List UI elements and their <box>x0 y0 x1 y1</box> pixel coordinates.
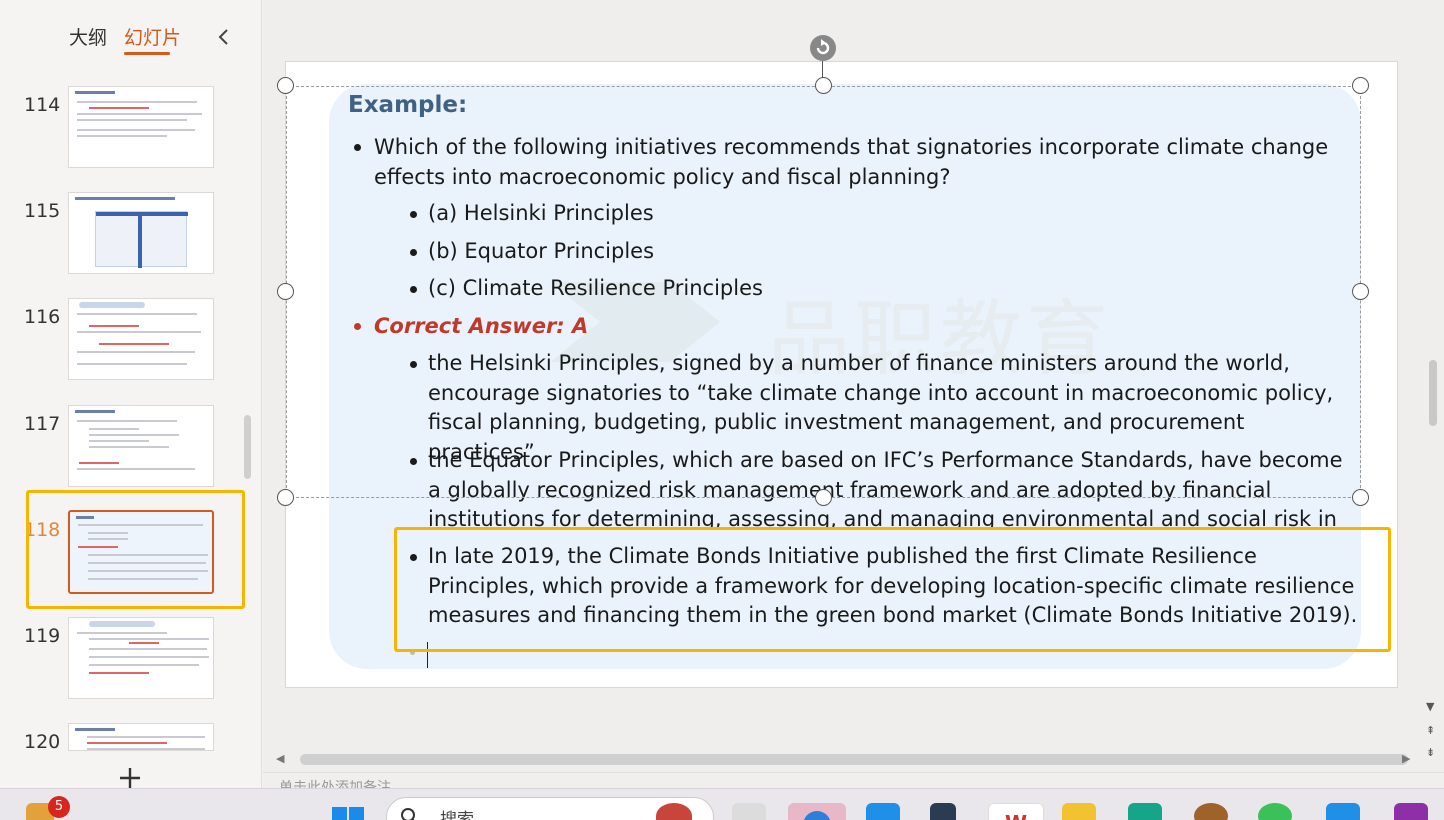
thumb-text <box>89 656 209 658</box>
thumb-text <box>77 420 177 422</box>
taskbar: 搜索 W <box>0 788 1444 820</box>
app-icon-blue[interactable] <box>866 803 900 820</box>
slide-thumbnail-114[interactable] <box>68 86 214 168</box>
rotate-handle-icon[interactable] <box>810 35 836 61</box>
notification-badge: 5 <box>48 796 70 818</box>
slide-thumbnail-116[interactable] <box>68 298 214 380</box>
thumb-text <box>87 748 205 750</box>
app-icon-acorn[interactable] <box>1194 803 1228 820</box>
thumb-text <box>77 135 167 137</box>
resize-handle-bottom[interactable] <box>815 489 832 506</box>
thumb-text <box>89 648 207 650</box>
start-icon[interactable] <box>330 803 366 820</box>
thumbnail-scrollbar[interactable] <box>244 415 251 479</box>
thumb-text <box>89 672 149 674</box>
scroll-left-icon[interactable]: ◀ <box>276 752 284 765</box>
thumb-text <box>77 468 195 470</box>
thumb-heading <box>79 302 145 308</box>
resize-handle-bottom-left[interactable] <box>277 489 294 506</box>
plus-icon[interactable] <box>118 766 142 788</box>
search-label: 搜索 <box>440 810 474 820</box>
page-down-icon[interactable]: ⇟ <box>1426 746 1435 759</box>
slide-number: 114 <box>24 94 61 116</box>
page-up-icon[interactable]: ⇞ <box>1426 724 1435 737</box>
resize-handle-left[interactable] <box>277 283 294 300</box>
slide-number: 120 <box>24 731 61 753</box>
thumb-text <box>89 440 149 442</box>
thumb-text <box>99 343 169 345</box>
wechat-icon[interactable] <box>1258 803 1292 820</box>
thumb-text <box>129 642 159 644</box>
thumbnail-highlight-box <box>26 490 245 609</box>
thumb-text <box>77 129 195 131</box>
slide-thumbnail-117[interactable] <box>68 405 214 487</box>
horizontal-scroll-thumb[interactable] <box>300 754 1408 765</box>
thumb-heading <box>75 197 175 200</box>
resize-handle-top-right[interactable] <box>1352 77 1369 94</box>
resize-handle-top-left[interactable] <box>277 77 294 94</box>
app-icon-purple[interactable] <box>1394 803 1428 820</box>
thumb-text <box>87 742 167 744</box>
slide-thumbnail-120[interactable] <box>68 723 214 751</box>
scroll-right-icon[interactable]: ▶ <box>1402 752 1410 765</box>
slide-number: 115 <box>24 200 61 222</box>
thumb-text <box>77 101 197 103</box>
edge-browser-icon[interactable] <box>788 803 846 820</box>
notes-placeholder: 单击此处添加备注 <box>279 780 391 788</box>
thumb-text <box>89 107 149 109</box>
tab-outline[interactable]: 大纲 <box>69 26 107 50</box>
thumb-text <box>79 462 119 464</box>
thumb-text <box>77 632 167 634</box>
folder-icon[interactable] <box>1062 803 1096 820</box>
chevron-left-icon[interactable] <box>216 27 232 47</box>
scroll-down-icon[interactable]: ▼ <box>1426 700 1434 713</box>
highlight-box <box>394 527 1391 652</box>
app-icon-arrow[interactable] <box>1326 803 1360 820</box>
thumb-text <box>89 638 209 640</box>
resize-handle-top[interactable] <box>815 77 832 94</box>
thumb-text <box>87 736 205 738</box>
vertical-scroll-thumb[interactable] <box>1429 360 1437 426</box>
slide-thumbnail-119[interactable] <box>68 617 214 699</box>
slide-number: 117 <box>24 413 61 435</box>
tab-active-indicator <box>124 52 170 55</box>
thumb-text <box>89 664 199 666</box>
search-icon <box>401 808 415 820</box>
resize-handle-bottom-right[interactable] <box>1352 489 1369 506</box>
app-icon-cat[interactable] <box>930 803 956 820</box>
thumb-heading <box>75 410 115 413</box>
resize-handle-right[interactable] <box>1352 283 1369 300</box>
slide-panel: 大纲 幻灯片 114 115 116 117 118 119 120 <box>0 0 262 788</box>
selection-frame <box>286 86 1361 498</box>
thumb-text <box>77 119 187 121</box>
thumb-text <box>77 331 201 333</box>
thumb-text <box>89 325 139 327</box>
svg-text:W: W <box>1005 811 1027 820</box>
thumb-text <box>89 428 139 430</box>
thumb-text <box>77 313 197 315</box>
slide-number: 116 <box>24 306 61 328</box>
thumb-text <box>77 113 202 115</box>
thumb-heading <box>75 728 115 731</box>
thumb-text <box>77 351 195 353</box>
slide-thumbnail-115[interactable] <box>68 192 214 274</box>
thumb-text <box>89 446 169 448</box>
app-icon-green[interactable] <box>1128 803 1162 820</box>
slide-number: 119 <box>24 625 61 647</box>
thumb-heading <box>75 91 115 94</box>
thumb-text <box>89 434 179 436</box>
task-view-icon[interactable] <box>732 803 766 820</box>
tab-slides[interactable]: 幻灯片 <box>124 26 181 50</box>
thumb-table <box>95 211 188 268</box>
wps-office-icon[interactable]: W <box>988 803 1044 820</box>
notes-pane[interactable]: 单击此处添加备注 <box>263 772 1444 788</box>
thumb-heading <box>89 621 155 627</box>
thumb-text <box>77 363 187 365</box>
